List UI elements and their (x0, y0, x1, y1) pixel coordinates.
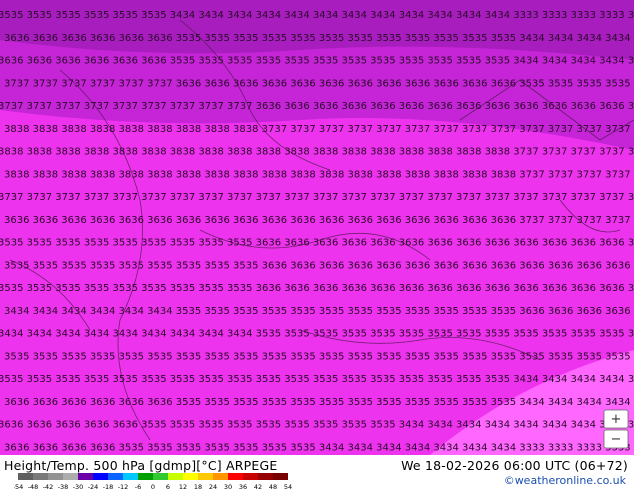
contour-label-row: 3838 3838 3838 3838 3838 3838 3838 3838 … (4, 124, 634, 135)
map-footer: Height/Temp. 500 hPa [gdmp][°C] ARPEGE W… (0, 455, 634, 490)
valid-time: We 18-02-2026 06:00 UTC (06+72) (401, 458, 628, 473)
color-scale-label: -42 (43, 483, 54, 490)
contour-label-row: 3434 3434 3434 3434 3434 3434 3434 3434 … (0, 329, 634, 340)
contour-label-row: 3737 3737 3737 3737 3737 3737 3737 3737 … (0, 192, 634, 203)
color-scale-swatch (78, 473, 93, 480)
contour-label-row: 3636 3636 3636 3636 3636 3535 3535 3535 … (0, 420, 634, 431)
contour-label-row: 3535 3535 3535 3535 3535 3535 3535 3535 … (4, 351, 634, 362)
color-scale-swatch (108, 473, 123, 480)
contour-label-row: 3535 3535 3535 3535 3535 3535 3535 3535 … (0, 374, 634, 385)
color-scale-swatch (48, 473, 63, 480)
color-scale-label: -12 (118, 483, 129, 490)
color-scale-swatch (273, 473, 288, 480)
contour-label-row: 3636 3636 3636 3636 3636 3636 3535 3535 … (4, 397, 634, 408)
contour-label-row: 3636 3636 3636 3636 3636 3636 3535 3535 … (4, 33, 634, 44)
contour-label-row: 3838 3838 3838 3838 3838 3838 3838 3838 … (4, 169, 634, 180)
weather-map[interactable]: 3535 3535 3535 3535 3535 3535 3434 3434 … (0, 0, 634, 455)
color-scale: -54 -48 -42 -38 -30 -24 -18 -12 -6 0 6 12 18 24 30 36 42… (14, 473, 292, 490)
contour-label-row: 3535 3535 3535 3535 3535 3535 3535 3535 … (0, 238, 634, 249)
map-title: Height/Temp. 500 hPa [gdmp][°C] ARPEGE (4, 458, 278, 473)
color-scale-label: 18 (194, 483, 202, 490)
credit-link[interactable]: ©weatheronline.co.uk (504, 474, 626, 487)
color-scale-swatch (258, 473, 273, 480)
color-scale-swatch (198, 473, 213, 480)
contour-label-row: 3636 3636 3636 3636 3636 3636 3636 3636 … (4, 215, 634, 226)
color-scale-label: 0 (151, 483, 155, 490)
contour-label-row: 3737 3737 3737 3737 3737 3737 3737 3737 … (0, 101, 634, 112)
color-scale-label: -30 (73, 483, 84, 490)
color-scale-label: 36 (239, 483, 247, 490)
color-scale-swatch (63, 473, 78, 480)
color-scale-swatch (183, 473, 198, 480)
contour-label-row: 3838 3838 3838 3838 3838 3838 3838 3838 … (0, 147, 634, 158)
color-scale-swatch (168, 473, 183, 480)
color-scale-label: 6 (166, 483, 170, 490)
color-scale-label: -48 (28, 483, 39, 490)
contour-label-row: 3636 3636 3636 3636 3535 3535 3535 3535 … (4, 442, 634, 453)
color-scale-swatch (138, 473, 153, 480)
contour-label-row: 3535 3535 3535 3535 3535 3535 3535 3535 … (0, 283, 634, 294)
contour-label-row: 3636 3636 3636 3636 3636 3636 3535 3535 … (0, 56, 634, 67)
color-scale-label: 12 (179, 483, 187, 490)
color-scale-swatch (228, 473, 243, 480)
color-scale-swatch (33, 473, 48, 480)
color-scale-label: 54 (284, 483, 292, 490)
color-scale-label: -18 (103, 483, 114, 490)
color-scale-label: 48 (269, 483, 277, 490)
color-scale-swatches (18, 473, 288, 480)
color-scale-label: 30 (224, 483, 232, 490)
contour-label-row: 3737 3737 3737 3737 3737 3737 3636 3636 … (4, 78, 634, 89)
color-scale-swatch (18, 473, 33, 480)
color-scale-swatch (153, 473, 168, 480)
color-scale-label: 24 (209, 483, 217, 490)
color-scale-label: 42 (254, 483, 262, 490)
color-scale-label: -38 (58, 483, 69, 490)
contour-label-row: 3535 3535 3535 3535 3535 3535 3535 3535 … (4, 260, 634, 271)
zoom-in-label: + (611, 412, 622, 427)
color-scale-swatch (243, 473, 258, 480)
contour-label-row: 3434 3434 3434 3434 3434 3434 3535 3535 … (4, 306, 634, 317)
color-scale-label: -24 (88, 483, 99, 490)
color-scale-swatch (213, 473, 228, 480)
zoom-out-label: − (611, 432, 622, 447)
color-scale-labels: -54 -48 -42 -38 -30 -24 -18 -12 -6 0 6 12 18 24 30 36 42… (14, 483, 292, 490)
color-scale-label: -54 (14, 483, 23, 490)
color-scale-label: -6 (135, 483, 141, 490)
color-scale-swatch (93, 473, 108, 480)
contour-label-row: 3535 3535 3535 3535 3535 3535 3434 3434 … (0, 10, 634, 21)
color-scale-swatch (123, 473, 138, 480)
